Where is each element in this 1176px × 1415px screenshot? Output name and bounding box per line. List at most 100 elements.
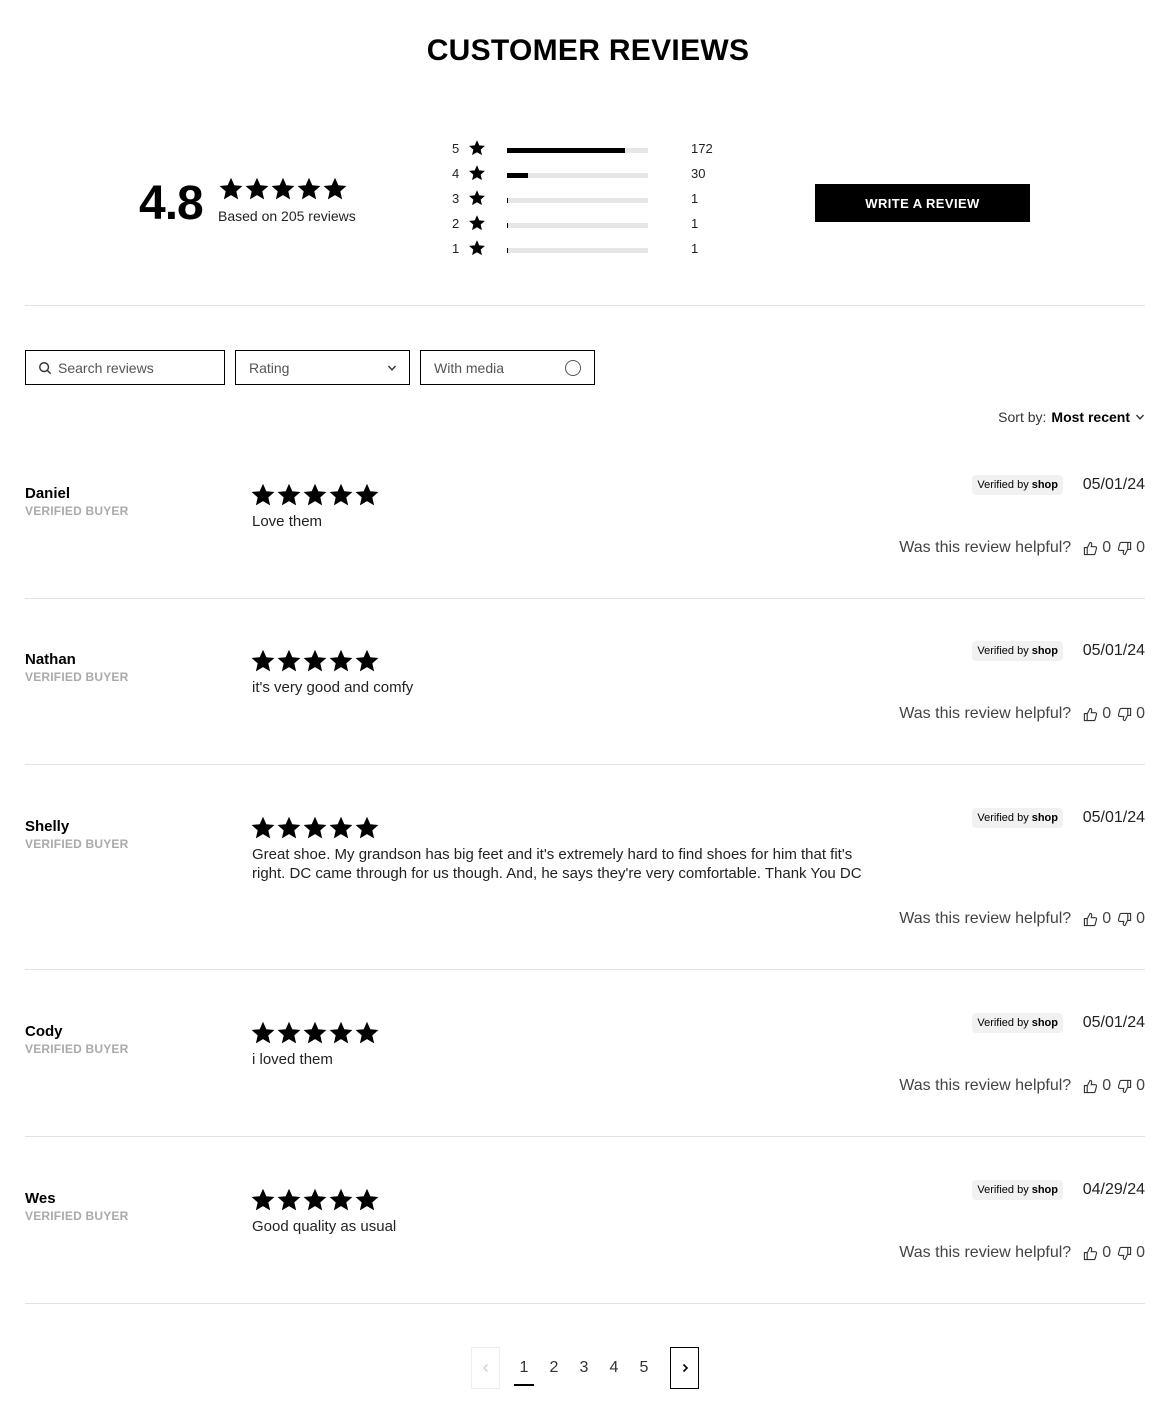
helpful-label: Was this review helpful?: [899, 1077, 1072, 1094]
next-page-button[interactable]: [670, 1347, 699, 1389]
histogram-bar-fill: [507, 223, 509, 228]
histogram-bar-fill: [507, 173, 528, 178]
search-reviews-input[interactable]: Search reviews: [25, 350, 225, 385]
thumbs-down-icon[interactable]: [1117, 1079, 1132, 1094]
helpful-down-count: 0: [1136, 539, 1145, 556]
star-icon: [469, 140, 485, 156]
page-link[interactable]: 5: [629, 1359, 659, 1377]
sort-dropdown[interactable]: Sort by: Most recent: [998, 409, 1145, 425]
star-icon: [277, 816, 301, 839]
review-date: 05/01/24: [1082, 809, 1145, 826]
histogram-star-level: 1: [452, 241, 460, 256]
star-icon: [303, 1021, 327, 1044]
histogram-bar: [507, 223, 648, 228]
average-rating: 4.8: [139, 177, 204, 230]
thumbs-up-icon[interactable]: [1083, 1079, 1098, 1094]
thumbs-up-icon[interactable]: [1083, 1246, 1098, 1261]
histogram-row[interactable]: 5 172: [452, 138, 732, 163]
page-link[interactable]: 4: [599, 1359, 629, 1377]
section-title: CUSTOMER REVIEWS: [426, 34, 750, 67]
thumbs-up-icon[interactable]: [1083, 707, 1098, 722]
histogram-bar: [507, 198, 648, 203]
star-icon: [277, 649, 301, 672]
pagination: 12345: [471, 1347, 699, 1389]
verified-by-shop-badge: Verified by shop: [972, 1013, 1063, 1033]
rating-filter-label: Rating: [249, 359, 290, 376]
review-stars: [250, 648, 380, 674]
histogram-star-level: 3: [452, 191, 460, 206]
histogram-row[interactable]: 31: [452, 188, 732, 213]
thumbs-down-icon[interactable]: [1117, 707, 1132, 722]
review-date: 05/01/24: [1082, 642, 1145, 659]
verified-by-shop-badge: Verified by shop: [972, 641, 1063, 661]
shop-logo: shop: [1031, 812, 1058, 824]
sort-label: Sort by:: [998, 409, 1047, 425]
histogram-count: 1: [691, 191, 699, 206]
chevron-left-icon: [482, 1364, 488, 1372]
histogram-row[interactable]: 4 30: [452, 163, 732, 188]
star-icon: [303, 1188, 327, 1211]
with-media-toggle[interactable]: With media: [420, 350, 595, 385]
shop-logo: shop: [1031, 1017, 1058, 1029]
review-text: i loved them: [252, 1051, 333, 1068]
star-icon: [251, 483, 275, 506]
histogram-count: 1: [691, 241, 699, 256]
helpful-up-count: 0: [1102, 1077, 1112, 1094]
write-review-button[interactable]: WRITE A REVIEW: [815, 184, 1030, 222]
page-link[interactable]: 3: [569, 1359, 599, 1377]
helpful-label: Was this review helpful?: [899, 1244, 1072, 1261]
prev-page-button[interactable]: [471, 1347, 500, 1389]
thumbs-down-icon[interactable]: [1117, 1246, 1132, 1261]
star-icon: [329, 1188, 353, 1211]
verified-by-shop-badge: Verified by shop: [972, 808, 1063, 828]
star-icon: [329, 816, 353, 839]
star-icon: [329, 649, 353, 672]
divider: [25, 1303, 1145, 1304]
verified-by-shop-badge: Verified by shop: [972, 1180, 1063, 1200]
verified-by-text: Verified by: [977, 479, 1029, 491]
star-icon: [469, 190, 485, 206]
rating-filter-select[interactable]: Rating: [235, 350, 410, 385]
helpful-up-count: 0: [1102, 910, 1112, 927]
radio-icon[interactable]: [565, 359, 581, 376]
helpful-row: Was this review helpful? 0 0: [899, 539, 1145, 557]
star-icon: [355, 1188, 379, 1211]
star-icon: [329, 483, 353, 506]
review-date: 05/01/24: [1082, 1014, 1145, 1031]
star-icon: [303, 816, 327, 839]
verified-by-text: Verified by: [977, 1017, 1029, 1029]
shop-logo: shop: [1031, 645, 1058, 657]
star-icon: [271, 177, 295, 200]
divider: [25, 598, 1145, 599]
reviewer-name: Cody: [25, 1023, 63, 1040]
divider: [25, 305, 1145, 306]
star-icon: [329, 1021, 353, 1044]
star-icon: [469, 215, 485, 231]
thumbs-down-icon[interactable]: [1117, 541, 1132, 556]
histogram-bar-fill: [507, 148, 626, 153]
page-link[interactable]: 2: [539, 1359, 569, 1377]
thumbs-up-icon[interactable]: [1083, 541, 1098, 556]
helpful-down-count: 0: [1136, 910, 1145, 927]
verified-by-shop-badge: Verified by shop: [972, 475, 1063, 495]
helpful-row: Was this review helpful? 0 0: [899, 1077, 1145, 1095]
star-icon: [469, 240, 485, 256]
review-date: 05/01/24: [1082, 476, 1145, 493]
chevron-down-icon: [387, 365, 397, 371]
star-icon: [323, 177, 347, 200]
verified-buyer-badge: VERIFIED BUYER: [25, 1209, 129, 1223]
page-link[interactable]: 1: [509, 1359, 539, 1386]
verified-by-text: Verified by: [977, 645, 1029, 657]
helpful-up-count: 0: [1102, 539, 1112, 556]
star-icon: [245, 177, 269, 200]
star-icon: [303, 649, 327, 672]
star-icon: [355, 1021, 379, 1044]
chevron-down-icon: [1135, 414, 1145, 420]
histogram-row[interactable]: 21: [452, 213, 732, 238]
verified-by-text: Verified by: [977, 1184, 1029, 1196]
search-placeholder: Search reviews: [58, 359, 154, 376]
thumbs-down-icon[interactable]: [1117, 912, 1132, 927]
thumbs-up-icon[interactable]: [1083, 912, 1098, 927]
histogram-row[interactable]: 11: [452, 238, 732, 263]
with-media-label: With media: [434, 359, 505, 376]
